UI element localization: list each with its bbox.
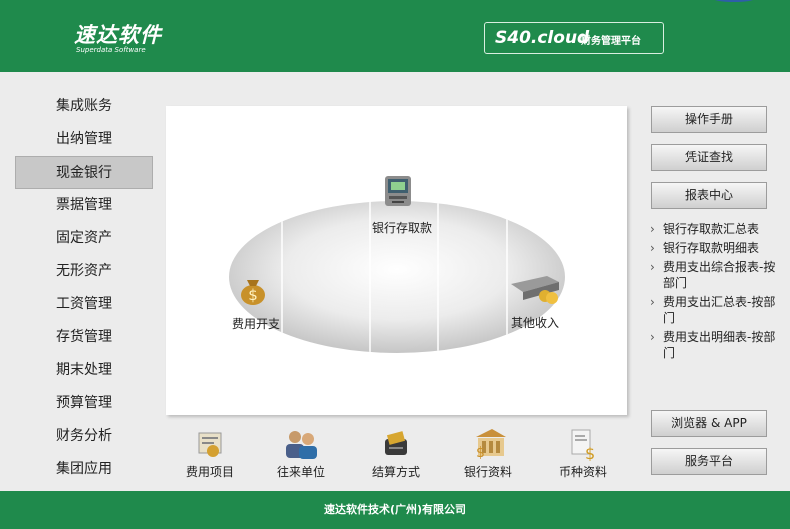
logo-subtitle: Superdata Software [76,46,146,54]
app-footer: 速达软件技术(广州)有限公司 [0,491,790,529]
report-center-button[interactable]: 报表中心 [651,182,767,209]
report-link-label: 银行存取款汇总表 [663,222,760,236]
chevron-right-icon: › [650,330,655,344]
browser-app-button[interactable]: 浏览器 & APP [651,410,767,437]
bank-icon: $ [476,429,506,461]
left-nav: 集成账务 出纳管理 现金银行 票据管理 固定资产 无形资产 工资管理 存货管理 … [15,90,153,486]
nav-item-fixed-assets[interactable]: 固定资产 [15,222,153,255]
corner-decoration [712,0,756,2]
report-link[interactable]: › 费用支出综合报表-按部门 [650,259,786,291]
chevron-right-icon: › [650,260,655,274]
nav-item-analysis[interactable]: 财务分析 [15,420,153,453]
logo-text: 速达软件 [74,23,162,47]
currency-document-icon: $ [571,429,595,461]
svg-text:$: $ [585,444,595,461]
card-swipe-icon [385,431,407,455]
chevron-right-icon: › [650,241,655,255]
manual-button[interactable]: 操作手册 [651,106,767,133]
quick-label: 往来单位 [276,465,325,479]
quick-label: 结算方式 [371,465,420,479]
hub-left-label[interactable]: 费用开支 [232,315,280,332]
quick-currency[interactable]: $ 币种资料 [543,427,623,480]
quick-contacts[interactable]: 往来单位 [261,427,341,480]
report-link-label: 费用支出汇总表-按部门 [663,295,776,325]
company-name: 速达软件技术(广州)有限公司 [323,503,467,516]
quick-label: 银行资料 [463,465,512,479]
voucher-search-button[interactable]: 凭证查找 [651,144,767,171]
workflow-panel: 银行存取款 $ 费用开支 其他收入 [166,106,627,415]
expense-item-icon [198,432,222,457]
report-link-label: 费用支出明细表-按部门 [663,330,776,360]
report-link-label: 费用支出综合报表-按部门 [663,260,776,290]
report-link[interactable]: › 银行存取款汇总表 [650,221,786,237]
quick-settlement[interactable]: 结算方式 [356,427,436,480]
quick-expense-items[interactable]: 费用项目 [170,427,250,480]
nav-item-group[interactable]: 集团应用 [15,453,153,486]
nav-item-intangible-assets[interactable]: 无形资产 [15,255,153,288]
svg-text:$: $ [476,445,485,461]
product-title: 财务管理平台 [581,36,641,47]
nav-item-payroll[interactable]: 工资管理 [15,288,153,321]
money-bag-icon[interactable]: $ [238,270,268,310]
nav-item-period-end[interactable]: 期末处理 [15,354,153,387]
nav-item-notes[interactable]: 票据管理 [15,189,153,222]
cash-register-icon[interactable] [507,272,563,310]
nav-item-cash-bank[interactable]: 现金银行 [15,156,153,189]
nav-item-inventory[interactable]: 存货管理 [15,321,153,354]
workflow-ellipse [229,201,565,353]
quick-label: 币种资料 [558,465,607,479]
quick-label: 费用项目 [185,465,234,479]
chevron-right-icon: › [650,222,655,236]
hub-right-label[interactable]: 其他收入 [511,314,559,331]
product-badge: S40.cloud 财务管理平台 [484,22,664,54]
svg-text:$: $ [248,286,258,304]
chevron-right-icon: › [650,295,655,309]
quick-bank-info[interactable]: $ 银行资料 [448,427,528,480]
atm-icon[interactable] [383,174,413,212]
nav-item-budget[interactable]: 预算管理 [15,387,153,420]
report-link-label: 银行存取款明细表 [663,241,760,255]
nav-item-ledger[interactable]: 集成账务 [15,90,153,123]
company-logo: 速达软件 Superdata Software [74,24,162,54]
report-list: › 银行存取款汇总表 › 银行存取款明细表 › 费用支出综合报表-按部门 › 费用支出汇… [650,221,786,364]
contacts-icon [286,431,317,459]
report-link[interactable]: › 银行存取款明细表 [650,240,786,256]
service-platform-button[interactable]: 服务平台 [651,448,767,475]
product-brand: S40.cloud [495,28,590,48]
hub-top-label[interactable]: 银行存取款 [372,219,432,236]
report-link[interactable]: › 费用支出明细表-按部门 [650,329,786,361]
nav-item-cashier[interactable]: 出纳管理 [15,123,153,156]
app-header: 速达软件 Superdata Software S40.cloud 财务管理平台 [0,0,790,72]
report-link[interactable]: › 费用支出汇总表-按部门 [650,294,786,326]
